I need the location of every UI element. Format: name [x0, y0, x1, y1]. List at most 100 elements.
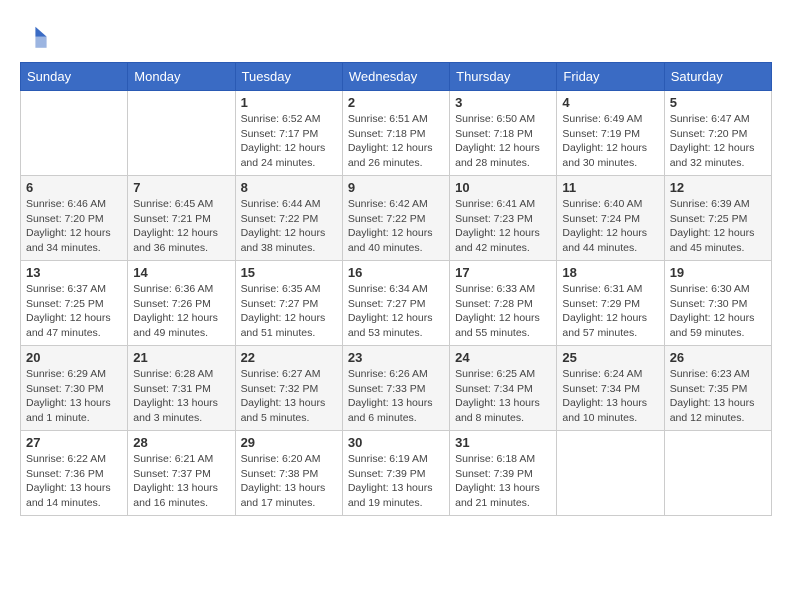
day-number: 22	[241, 350, 337, 365]
weekday-header-tuesday: Tuesday	[235, 63, 342, 91]
weekday-header-saturday: Saturday	[664, 63, 771, 91]
day-info: Sunrise: 6:37 AM Sunset: 7:25 PM Dayligh…	[26, 282, 122, 341]
day-number: 8	[241, 180, 337, 195]
day-number: 24	[455, 350, 551, 365]
calendar-cell: 24Sunrise: 6:25 AM Sunset: 7:34 PM Dayli…	[450, 346, 557, 431]
calendar-cell: 9 Sunrise: 6:42 AM Sunset: 7:22 PM Daylig…	[342, 176, 449, 261]
page: SundayMondayTuesdayWednesdayThursdayFrid…	[0, 0, 792, 536]
day-number: 2	[348, 95, 444, 110]
day-number: 3	[455, 95, 551, 110]
day-info: Sunrise: 6:20 AM Sunset: 7:38 PM Dayligh…	[241, 452, 337, 511]
day-number: 6	[26, 180, 122, 195]
calendar-cell: 26 Sunrise: 6:23 AM Sunset: 7:35 PM Dayli…	[664, 346, 771, 431]
day-number: 30	[348, 435, 444, 450]
calendar-cell: 5 Sunrise: 6:47 AM Sunset: 7:20 PM Daylig…	[664, 91, 771, 176]
day-info: Sunrise: 6:39 AM Sunset: 7:25 PM Dayligh…	[670, 197, 766, 256]
day-info: Sunrise: 6:24 AM Sunset: 7:34 PM Dayligh…	[562, 367, 658, 426]
calendar-cell: 16 Sunrise: 6:34 AM Sunset: 7:27 PM Dayli…	[342, 261, 449, 346]
calendar-cell: 10 Sunrise: 6:41 AM Sunset: 7:23 PM Dayli…	[450, 176, 557, 261]
calendar-week-3: 13 Sunrise: 6:37 AM Sunset: 7:25 PM Dayli…	[21, 261, 772, 346]
day-info: Sunrise: 6:22 AM Sunset: 7:36 PM Dayligh…	[26, 452, 122, 511]
day-number: 5	[670, 95, 766, 110]
day-number: 20	[26, 350, 122, 365]
logo-icon	[20, 24, 48, 52]
day-number: 31	[455, 435, 551, 450]
day-info: Sunrise: 6:26 AM Sunset: 7:33 PM Dayligh…	[348, 367, 444, 426]
day-info: Sunrise: 6:46 AM Sunset: 7:20 PM Dayligh…	[26, 197, 122, 256]
day-number: 13	[26, 265, 122, 280]
calendar-cell: 6 Sunrise: 6:46 AM Sunset: 7:20 PM Daylig…	[21, 176, 128, 261]
day-number: 18	[562, 265, 658, 280]
calendar-week-4: 20 Sunrise: 6:29 AM Sunset: 7:30 PM Dayli…	[21, 346, 772, 431]
day-number: 11	[562, 180, 658, 195]
day-info: Sunrise: 6:35 AM Sunset: 7:27 PM Dayligh…	[241, 282, 337, 341]
calendar-cell: 22 Sunrise: 6:27 AM Sunset: 7:32 PM Dayli…	[235, 346, 342, 431]
calendar-cell: 21 Sunrise: 6:28 AM Sunset: 7:31 PM Dayli…	[128, 346, 235, 431]
calendar-cell: 28Sunrise: 6:21 AM Sunset: 7:37 PM Dayli…	[128, 431, 235, 516]
day-number: 10	[455, 180, 551, 195]
day-number: 14	[133, 265, 229, 280]
calendar-cell: 30 Sunrise: 6:19 AM Sunset: 7:39 PM Dayli…	[342, 431, 449, 516]
day-info: Sunrise: 6:47 AM Sunset: 7:20 PM Dayligh…	[670, 112, 766, 171]
calendar-table: SundayMondayTuesdayWednesdayThursdayFrid…	[20, 62, 772, 516]
calendar-cell: 19 Sunrise: 6:30 AM Sunset: 7:30 PM Dayli…	[664, 261, 771, 346]
logo	[20, 24, 50, 52]
calendar-cell: 15 Sunrise: 6:35 AM Sunset: 7:27 PM Dayli…	[235, 261, 342, 346]
day-number: 29	[241, 435, 337, 450]
day-info: Sunrise: 6:45 AM Sunset: 7:21 PM Dayligh…	[133, 197, 229, 256]
calendar-cell: 20 Sunrise: 6:29 AM Sunset: 7:30 PM Dayli…	[21, 346, 128, 431]
day-info: Sunrise: 6:30 AM Sunset: 7:30 PM Dayligh…	[670, 282, 766, 341]
calendar-cell: 13 Sunrise: 6:37 AM Sunset: 7:25 PM Dayli…	[21, 261, 128, 346]
day-number: 19	[670, 265, 766, 280]
day-info: Sunrise: 6:19 AM Sunset: 7:39 PM Dayligh…	[348, 452, 444, 511]
day-info: Sunrise: 6:36 AM Sunset: 7:26 PM Dayligh…	[133, 282, 229, 341]
day-info: Sunrise: 6:51 AM Sunset: 7:18 PM Dayligh…	[348, 112, 444, 171]
day-number: 15	[241, 265, 337, 280]
day-info: Sunrise: 6:23 AM Sunset: 7:35 PM Dayligh…	[670, 367, 766, 426]
day-number: 1	[241, 95, 337, 110]
calendar-cell: 31 Sunrise: 6:18 AM Sunset: 7:39 PM Dayli…	[450, 431, 557, 516]
calendar-cell: 23Sunrise: 6:26 AM Sunset: 7:33 PM Dayli…	[342, 346, 449, 431]
day-number: 4	[562, 95, 658, 110]
day-info: Sunrise: 6:28 AM Sunset: 7:31 PM Dayligh…	[133, 367, 229, 426]
calendar-week-1: 1 Sunrise: 6:52 AM Sunset: 7:17 PM Daylig…	[21, 91, 772, 176]
calendar-cell: 8 Sunrise: 6:44 AM Sunset: 7:22 PM Daylig…	[235, 176, 342, 261]
day-info: Sunrise: 6:52 AM Sunset: 7:17 PM Dayligh…	[241, 112, 337, 171]
calendar-cell: 11 Sunrise: 6:40 AM Sunset: 7:24 PM Dayli…	[557, 176, 664, 261]
calendar-cell: 7 Sunrise: 6:45 AM Sunset: 7:21 PM Daylig…	[128, 176, 235, 261]
day-number: 9	[348, 180, 444, 195]
calendar-cell: 29 Sunrise: 6:20 AM Sunset: 7:38 PM Dayli…	[235, 431, 342, 516]
calendar-cell: 14 Sunrise: 6:36 AM Sunset: 7:26 PM Dayli…	[128, 261, 235, 346]
weekday-header-sunday: Sunday	[21, 63, 128, 91]
day-info: Sunrise: 6:34 AM Sunset: 7:27 PM Dayligh…	[348, 282, 444, 341]
day-info: Sunrise: 6:40 AM Sunset: 7:24 PM Dayligh…	[562, 197, 658, 256]
calendar-cell: 4 Sunrise: 6:49 AM Sunset: 7:19 PM Daylig…	[557, 91, 664, 176]
day-info: Sunrise: 6:21 AM Sunset: 7:37 PM Dayligh…	[133, 452, 229, 511]
calendar-cell	[21, 91, 128, 176]
day-number: 12	[670, 180, 766, 195]
day-info: Sunrise: 6:29 AM Sunset: 7:30 PM Dayligh…	[26, 367, 122, 426]
calendar-cell	[664, 431, 771, 516]
day-number: 21	[133, 350, 229, 365]
day-info: Sunrise: 6:42 AM Sunset: 7:22 PM Dayligh…	[348, 197, 444, 256]
weekday-header-friday: Friday	[557, 63, 664, 91]
day-info: Sunrise: 6:49 AM Sunset: 7:19 PM Dayligh…	[562, 112, 658, 171]
day-info: Sunrise: 6:41 AM Sunset: 7:23 PM Dayligh…	[455, 197, 551, 256]
day-info: Sunrise: 6:27 AM Sunset: 7:32 PM Dayligh…	[241, 367, 337, 426]
calendar-cell: 12 Sunrise: 6:39 AM Sunset: 7:25 PM Dayli…	[664, 176, 771, 261]
weekday-header-wednesday: Wednesday	[342, 63, 449, 91]
day-number: 26	[670, 350, 766, 365]
calendar-cell	[128, 91, 235, 176]
day-info: Sunrise: 6:50 AM Sunset: 7:18 PM Dayligh…	[455, 112, 551, 171]
day-info: Sunrise: 6:44 AM Sunset: 7:22 PM Dayligh…	[241, 197, 337, 256]
day-info: Sunrise: 6:18 AM Sunset: 7:39 PM Dayligh…	[455, 452, 551, 511]
weekday-header-thursday: Thursday	[450, 63, 557, 91]
day-number: 7	[133, 180, 229, 195]
weekday-header-row: SundayMondayTuesdayWednesdayThursdayFrid…	[21, 63, 772, 91]
header	[20, 20, 772, 52]
day-number: 27	[26, 435, 122, 450]
day-number: 25	[562, 350, 658, 365]
calendar-cell: 17Sunrise: 6:33 AM Sunset: 7:28 PM Dayli…	[450, 261, 557, 346]
day-number: 17	[455, 265, 551, 280]
day-number: 16	[348, 265, 444, 280]
